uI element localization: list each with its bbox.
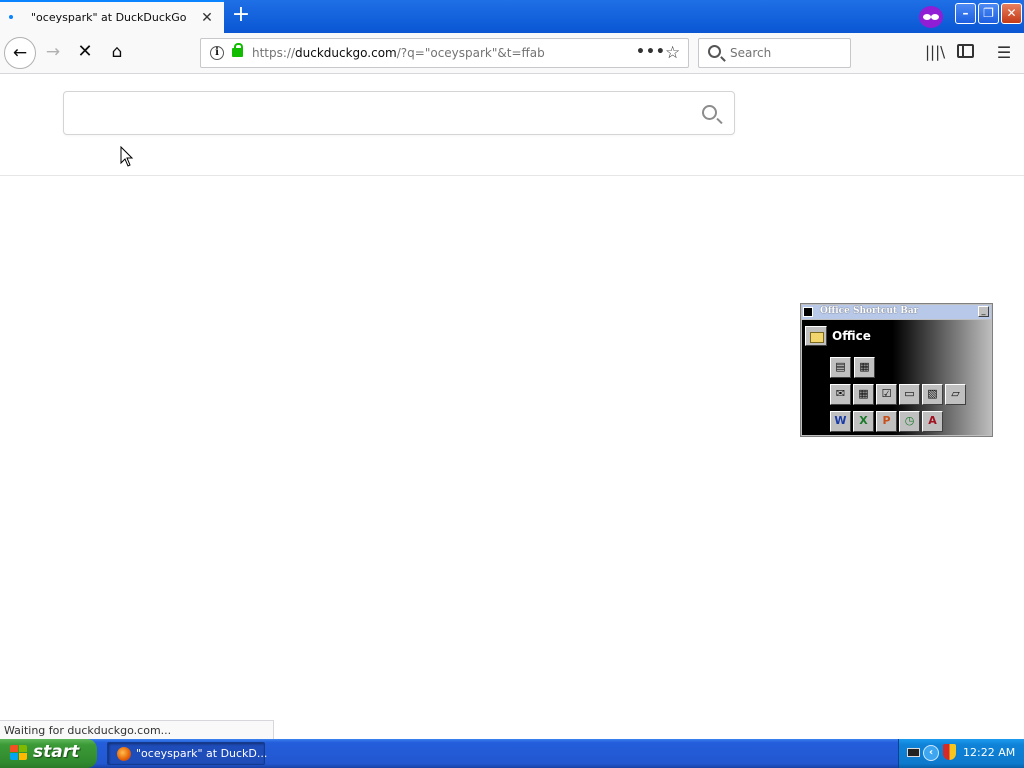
tab-title: "oceyspark" at DuckDuckGo	[31, 11, 187, 24]
office-bar-minimize-button[interactable]: _	[978, 306, 989, 317]
taskbar: start "oceyspark" at DuckD... ‹ 12:22 AM	[0, 739, 1024, 768]
url-bar[interactable]: i https://duckduckgo.com/?q="oceyspark"&…	[200, 38, 689, 68]
new-task-button[interactable]: ☑	[876, 384, 897, 405]
office-bar-body: Office ▤ ▦ ✉ ▦ ☑ ▭ ▧ ▱ W X P ◷ A	[802, 320, 991, 435]
new-journal-entry-button[interactable]: ▧	[922, 384, 943, 405]
office-bar-system-menu-icon[interactable]	[803, 307, 813, 317]
private-browsing-mask-icon	[919, 6, 943, 28]
schedule-button[interactable]: ◷	[899, 411, 920, 432]
search-icon	[708, 45, 721, 58]
sidebar-toggle-icon[interactable]	[957, 44, 974, 58]
office-shortcut-bar: Office Shortcut Bar _ Office ▤ ▦ ✉ ▦ ☑ ▭…	[800, 303, 993, 437]
url-prefix: https://	[252, 46, 296, 60]
browser-search-bar[interactable]	[698, 38, 851, 68]
ddg-header	[0, 75, 1024, 176]
new-appointment-button[interactable]: ▦	[853, 384, 874, 405]
office-folder-label: Office	[832, 329, 871, 343]
new-office-document-button[interactable]: ▤	[830, 357, 851, 378]
excel-button[interactable]: X	[853, 411, 874, 432]
stop-button[interactable]: ✕	[69, 37, 101, 69]
secure-lock-icon[interactable]	[232, 43, 243, 57]
hamburger-menu-icon[interactable]: ☰	[996, 43, 1012, 63]
taskbar-firefox-item[interactable]: "oceyspark" at DuckD...	[107, 742, 268, 765]
new-contact-button[interactable]: ▭	[899, 384, 920, 405]
open-office-document-button[interactable]: ▦	[854, 357, 875, 378]
firefox-icon	[117, 747, 131, 761]
powerpoint-button[interactable]: P	[876, 411, 897, 432]
ddg-search-icon[interactable]	[702, 105, 717, 120]
ddg-search-box[interactable]	[63, 91, 735, 135]
new-note-button[interactable]: ▱	[945, 384, 966, 405]
window-maximize-button[interactable]: ❐	[978, 3, 999, 24]
bookmark-star-icon[interactable]: ☆	[665, 43, 680, 63]
taskbar-item-label: "oceyspark" at DuckD...	[136, 747, 268, 760]
show-hidden-icons-button[interactable]: ‹	[923, 745, 939, 761]
access-button[interactable]: A	[922, 411, 943, 432]
new-tab-button[interactable]: +	[230, 4, 252, 27]
tab-strip: "oceyspark" at DuckDuckGo ✕ + – ❐ ✕	[0, 0, 1024, 33]
page-actions-icon[interactable]: •••	[636, 44, 666, 60]
url-text[interactable]: https://duckduckgo.com/?q="oceyspark"&t=…	[252, 46, 545, 60]
security-shield-icon[interactable]	[943, 744, 956, 760]
new-message-button[interactable]: ✉	[830, 384, 851, 405]
ddg-search-input[interactable]	[76, 102, 676, 126]
system-tray: ‹ 12:22 AM	[898, 739, 1024, 768]
loading-indicator-icon	[9, 15, 13, 19]
window-close-button[interactable]: ✕	[1001, 3, 1022, 24]
library-icon[interactable]: |||\	[925, 43, 945, 63]
window-minimize-button[interactable]: –	[955, 3, 976, 24]
url-path: /?q="oceyspark"&t=ffab	[396, 46, 545, 60]
clock[interactable]: 12:22 AM	[963, 746, 1015, 759]
forward-button[interactable]: →	[37, 37, 69, 69]
word-button[interactable]: W	[830, 411, 851, 432]
tab-close-icon[interactable]: ✕	[199, 10, 215, 26]
back-button[interactable]: ←	[4, 37, 36, 69]
office-bar-title: Office Shortcut Bar	[820, 306, 919, 316]
start-label: start	[33, 742, 80, 762]
navigation-toolbar: ← → ✕ ⌂ i https://duckduckgo.com/?q="oce…	[0, 33, 1024, 74]
office-folder-icon[interactable]	[805, 326, 827, 346]
windows-logo-icon	[10, 745, 28, 762]
start-button[interactable]: start	[0, 739, 97, 768]
status-panel: Waiting for duckduckgo.com...	[0, 720, 274, 739]
home-button[interactable]: ⌂	[101, 37, 133, 69]
url-host: duckduckgo.com	[295, 46, 397, 60]
keyboard-icon[interactable]	[907, 748, 920, 757]
browser-search-input[interactable]	[730, 44, 840, 62]
site-info-icon[interactable]: i	[210, 46, 224, 60]
office-bar-titlebar[interactable]: Office Shortcut Bar _	[802, 305, 991, 319]
tab-duckduckgo[interactable]: "oceyspark" at DuckDuckGo ✕	[0, 0, 224, 33]
